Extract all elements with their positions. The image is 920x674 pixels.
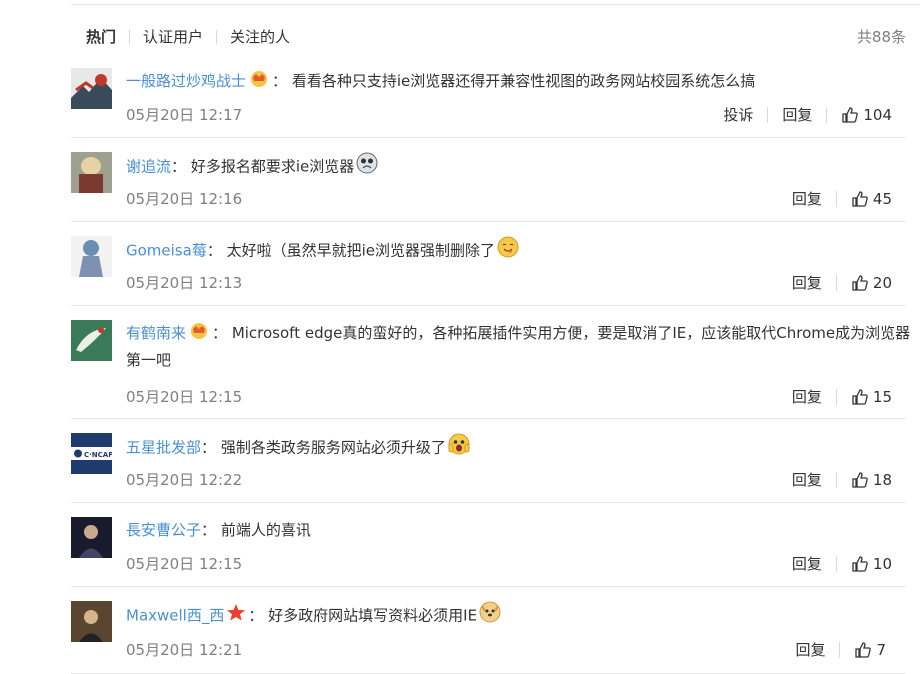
tab-following[interactable]: 关注的人 <box>230 26 290 47</box>
like-count: 45 <box>872 189 892 208</box>
comment-text: 太好啦（虽然早就把ie浏览器强制删除了 <box>226 241 496 260</box>
tab-hot[interactable]: 热门 <box>86 26 116 47</box>
reply-button[interactable]: 回复 <box>792 553 822 574</box>
thumbs-up-icon <box>851 471 869 489</box>
comment-filter-tabs: 热门 认证用户 关注的人 <box>86 26 290 47</box>
action-divider <box>767 106 769 123</box>
username[interactable]: 五星批发部 <box>126 439 201 457</box>
action-divider <box>835 471 837 488</box>
username[interactable]: 一般路过炒鸡战士 <box>126 72 246 90</box>
thumbs-up-icon <box>841 106 859 124</box>
tab-divider <box>129 29 131 44</box>
comment-text: 好多报名都要求ie浏览器 <box>190 157 355 176</box>
like-count: 10 <box>872 554 892 573</box>
comment-time: 05月20日 12:15 <box>126 388 243 406</box>
action-divider <box>835 388 837 405</box>
comment-count: 共88条 <box>856 28 906 46</box>
username[interactable]: 長安曹公子 <box>126 521 201 539</box>
doge-emoji <box>479 601 501 631</box>
avatar[interactable] <box>71 601 112 642</box>
avatar[interactable] <box>71 68 112 109</box>
thumbs-up-icon <box>851 388 869 406</box>
tab-divider <box>216 29 218 44</box>
like-button[interactable]: 10 <box>851 555 892 573</box>
thumbs-up-icon <box>851 274 869 292</box>
action-divider <box>835 190 837 207</box>
username[interactable]: 谢追流 <box>126 158 171 176</box>
comment-item: 一般路过炒鸡战士： 看看各种只支持ie浏览器还得开兼容性视图的政务网站校园系统怎… <box>71 56 906 136</box>
crying-face-emoji <box>356 152 378 182</box>
scream-face-emoji <box>448 433 470 463</box>
comment-text: Microsoft edge真的蛮好的，各种拓展插件实用方便，要是取消了IE，应… <box>126 324 911 369</box>
star-icon <box>226 603 246 629</box>
like-button[interactable]: 7 <box>854 641 886 659</box>
action-divider <box>826 106 828 123</box>
comment-item: 有鹤南来： Microsoft edge真的蛮好的，各种拓展插件实用方便，要是取… <box>71 305 910 419</box>
comment-text: 强制各类政务服务网站必须升级了 <box>220 438 446 457</box>
comment-time: 05月20日 12:21 <box>126 641 243 659</box>
comment-text: 看看各种只支持ie浏览器还得开兼容性视图的政务网站校园系统怎么搞 <box>291 72 756 90</box>
like-count: 7 <box>876 640 886 659</box>
like-count: 20 <box>872 273 892 292</box>
reply-button[interactable]: 回复 <box>795 639 825 660</box>
tab-verified-users[interactable]: 认证用户 <box>143 26 203 47</box>
comment-time: 05月20日 12:22 <box>126 471 243 489</box>
like-count: 104 <box>863 105 892 124</box>
report-button[interactable]: 投诉 <box>723 104 753 125</box>
comment-time: 05月20日 12:16 <box>126 190 243 208</box>
avatar[interactable] <box>71 236 112 277</box>
thumbs-up-icon <box>851 555 869 573</box>
crown-icon <box>248 69 270 95</box>
comment-time: 05月20日 12:17 <box>126 106 243 124</box>
like-button[interactable]: 45 <box>851 190 892 208</box>
action-divider <box>835 555 837 572</box>
comment-item: Maxwell西_西： 好多政府网站填写资料必须用IE 05月20日 12:21… <box>71 586 906 674</box>
avatar[interactable]: C·NCAP <box>71 433 112 474</box>
avatar[interactable] <box>71 320 112 361</box>
like-button[interactable]: 15 <box>851 388 892 406</box>
like-button[interactable]: 18 <box>851 471 892 489</box>
action-divider <box>839 641 841 658</box>
comment-item: 長安曹公子： 前端人的喜讯 05月20日 12:15 回复 10 <box>71 502 906 587</box>
username[interactable]: 有鹤南来 <box>126 324 186 342</box>
username[interactable]: Maxwell西_西 <box>126 607 224 625</box>
thumbs-up-icon <box>851 190 869 208</box>
comment-text: 好多政府网站填写资料必须用IE <box>268 606 478 625</box>
username[interactable]: Gomeisa莓 <box>126 242 207 260</box>
thumbs-up-icon <box>854 641 872 659</box>
action-divider <box>835 274 837 291</box>
comment-text: 前端人的喜讯 <box>220 521 311 539</box>
top-divider <box>71 4 920 5</box>
reply-button[interactable]: 回复 <box>792 188 822 209</box>
avatar[interactable] <box>71 517 112 558</box>
like-count: 18 <box>872 470 892 489</box>
comment-item: C·NCAP 五星批发部： 强制各类政务服务网站必须升级了 05月20日 12:… <box>71 418 906 503</box>
reply-button[interactable]: 回复 <box>792 272 822 293</box>
like-count: 15 <box>872 387 892 406</box>
comment-time: 05月20日 12:13 <box>126 274 243 292</box>
reply-button[interactable]: 回复 <box>792 386 822 407</box>
comment-item: Gomeisa莓： 太好啦（虽然早就把ie浏览器强制删除了 05月20日 12:… <box>71 221 906 306</box>
reply-button[interactable]: 回复 <box>782 104 812 125</box>
like-button[interactable]: 20 <box>851 274 892 292</box>
comment-time: 05月20日 12:15 <box>126 555 243 573</box>
avatar[interactable] <box>71 152 112 193</box>
yummy-face-emoji <box>497 236 519 266</box>
crown-icon <box>188 321 210 347</box>
svg-text:C·NCAP: C·NCAP <box>84 451 112 459</box>
like-button[interactable]: 104 <box>841 106 892 124</box>
reply-button[interactable]: 回复 <box>792 469 822 490</box>
comment-item: 谢追流： 好多报名都要求ie浏览器 05月20日 12:16 回复 45 <box>71 137 906 222</box>
